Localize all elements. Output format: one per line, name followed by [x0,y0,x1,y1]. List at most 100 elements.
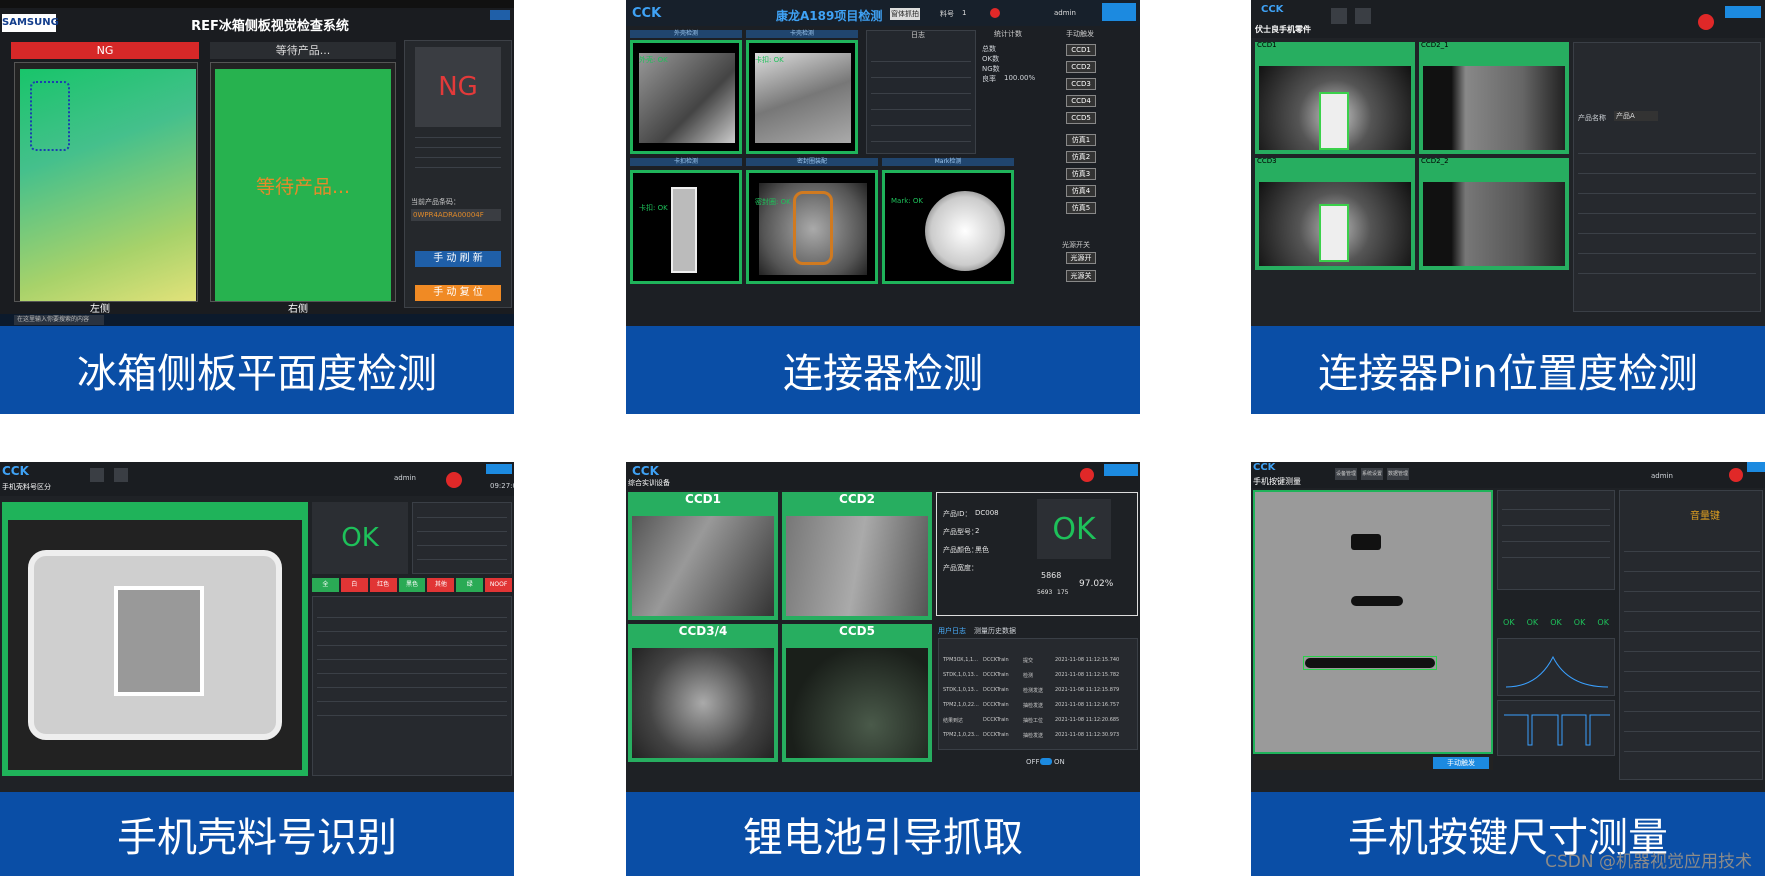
sim3-button[interactable]: 仿真3 [1066,168,1096,180]
ok-indicator: OK [312,502,408,574]
pin-app-screenshot: CCK 伏士良手机零件 CCD1 CCD2_1 CCD3 CCD2_2 产品名称… [1251,0,1765,326]
manual-trigger-button[interactable]: 手动触发 [1433,757,1489,769]
cam-ccd2-2-image [1423,182,1565,266]
filter-black[interactable]: 黑色 [398,578,426,592]
user-name: admin [1651,472,1673,480]
filter-white[interactable]: 白 [340,578,368,592]
stop-icon[interactable] [1729,468,1743,482]
toggle-off-label: OFF [1026,758,1040,766]
stop-icon[interactable] [990,8,1000,18]
user-name: admin [1054,9,1076,17]
stat-ok-label: OK数 [982,55,1000,63]
barcode-label: 当前产品条码： [411,198,460,206]
top-right-button[interactable] [490,10,510,20]
seal-ring-overlay [793,191,833,265]
header-bar: CCK 手机壳料号区分 admin 09:27:00 [0,462,514,496]
cam-clip-result: 卡扣: OK [755,56,784,64]
manual-reset-button[interactable]: 手 动 复 位 [415,285,501,301]
log-panel: 日志 [866,30,976,154]
device-icon[interactable] [114,468,128,482]
manual-panel: 手动触发 CCD1 CCD2 CCD3 CCD4 CCD5 仿真1 仿真2 仿真… [1058,30,1138,300]
top-right-button[interactable] [1104,464,1138,476]
connector-app-screenshot: CCK 康龙A189项目检测 窗体抓拍 料号 1 admin 外壳检测 卡壳检测… [626,0,1140,326]
tab-device[interactable]: 设备管理 [1335,468,1357,480]
product-model-label: 产品型号： [943,528,978,536]
cam-ccd1: CCD1 [1255,41,1415,154]
tab-user-log[interactable]: 用户日志 [938,626,966,636]
ok-1: OK [1503,618,1515,627]
profile-curve-svg [1505,655,1609,688]
stop-icon[interactable] [1080,468,1094,482]
key-roi [1303,656,1437,670]
cck-logo: CCK [632,464,659,478]
log-cell-type: 抽检发送 [1023,703,1044,709]
config-icon[interactable] [90,468,104,482]
product-size-label: 产品宽度： [943,564,978,572]
ccd5-button[interactable]: CCD5 [1066,112,1096,124]
user-name: admin [394,474,416,482]
ok-3: OK [1550,618,1562,627]
panel-title-clip: 卡壳检测 [746,30,858,38]
ccd4-button[interactable]: CCD4 [1066,95,1096,107]
log-title: 日志 [911,31,925,39]
left-image-panel [14,62,198,302]
sim5-button[interactable]: 仿真5 [1066,202,1096,214]
tab-data[interactable]: 数据管理 [1387,468,1409,480]
header-bar: CCK 综合实训设备 [626,462,1140,490]
filter-red[interactable]: 红色 [369,578,397,592]
top-right-button[interactable] [1102,3,1136,21]
ccd1-button[interactable]: CCD1 [1066,44,1096,56]
manual-refresh-button[interactable]: 手 动 刷 新 [415,251,501,267]
app-title: 康龙A189项目检测 [776,9,883,23]
ok-2: OK [1526,618,1539,627]
app-title: 综合实训设备 [628,479,670,487]
light-off-button[interactable]: 光源关 [1066,270,1096,282]
top-right-button[interactable] [1725,6,1761,18]
filter-all[interactable]: 全 [312,578,339,592]
cam-ccd2-2-label: CCD2_2 [1421,157,1449,165]
filter-noof[interactable]: NOOF [485,578,513,592]
ccd2-button[interactable]: CCD2 [1066,61,1096,73]
ccd3-button[interactable]: CCD3 [1066,78,1096,90]
product-select[interactable]: 产品A [1614,111,1658,121]
top-right-button[interactable] [1747,462,1765,472]
stop-icon[interactable] [446,472,462,488]
manual-title: 手动触发 [1066,30,1094,38]
caption: 手机壳料号识别 [0,792,514,876]
window-button[interactable]: 窗体抓拍 [890,8,920,20]
product-model-value: 2 [975,527,980,535]
right-info-panel: 音量键 [1619,490,1763,780]
config-icon[interactable] [1331,8,1347,24]
phone-case-shape [28,550,282,740]
tab-history[interactable]: 测量历史数据 [974,626,1016,636]
header-bar: CCK 康龙A189项目检测 窗体抓拍 料号 1 admin [626,0,1140,26]
tab-settings[interactable]: 系统设置 [1361,468,1383,480]
light-on-button[interactable]: 光源开 [1066,252,1096,264]
cam-ccd3: CCD3 [1255,157,1415,270]
device-icon[interactable] [1355,8,1371,24]
cam-buckle-image [671,187,697,273]
left-status-ng: NG [11,42,199,59]
stop-icon[interactable] [1698,14,1714,30]
toggle-switch[interactable] [1040,758,1052,765]
yield-value: 97.02% [1079,579,1114,589]
sim4-button[interactable]: 仿真4 [1066,185,1096,197]
top-right-button[interactable] [486,464,512,474]
cam-clip-image [755,53,851,143]
filter-other[interactable]: 其他 [427,578,455,592]
cam-buckle: 卡扣: OK [630,170,742,284]
right-label: 右侧 [288,304,308,315]
ccd3-pin-roi [1319,204,1349,262]
taskbar-search-input[interactable]: 在这里输入你要搜索的内容 [14,315,104,325]
app-title: REF冰箱侧板视觉检查系统 [191,19,349,34]
sim2-button[interactable]: 仿真2 [1066,151,1096,163]
ok-4: OK [1573,618,1586,627]
log-cell-src: DCCKTrain [983,657,1009,663]
sim1-button[interactable]: 仿真1 [1066,134,1096,146]
cam-ccd1-image [632,516,774,616]
filter-green[interactable]: 绿 [456,578,484,592]
caption: 连接器Pin位置度检测 [1251,326,1765,414]
cam-toolbar: 手动触发 [1253,756,1493,770]
product-label: 产品名称 [1578,114,1606,122]
log-tabs: 用户日志 测量历史数据 [938,626,1138,636]
